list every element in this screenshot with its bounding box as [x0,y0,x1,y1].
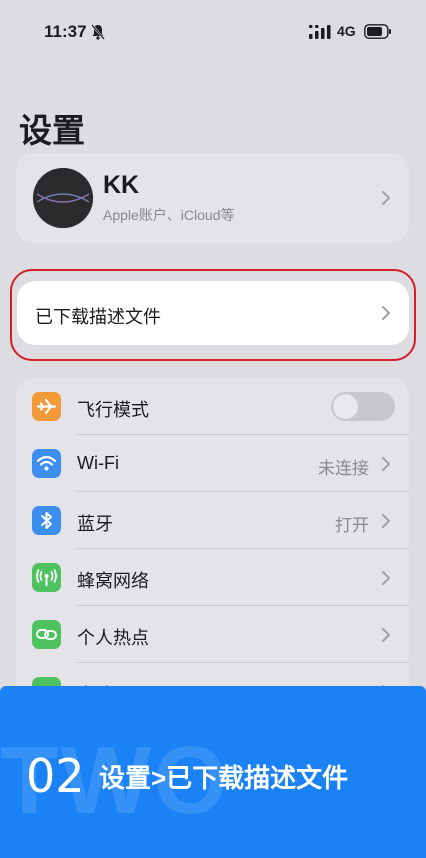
avatar-image [33,168,93,228]
settings-row-label: 个人热点 [77,628,149,648]
status-bar: 11:37 4G [0,0,426,60]
banner-step-text: 设置>已下载描述文件 [99,763,349,793]
settings-row-label: Wi-Fi [77,453,119,473]
chevron-right-icon [382,514,390,528]
chevron-right-icon [382,457,390,471]
account-card[interactable]: KK Apple账户、iCloud等 [16,153,409,243]
bell-slash-icon [91,24,105,40]
bluetooth-status: 打开 [335,516,369,535]
status-time: 11:37 [44,22,87,41]
settings-row-airplane[interactable]: 飞行模式 [16,378,409,435]
hotspot-icon [32,620,61,649]
signal-icon [309,25,331,39]
downloaded-profile-row[interactable]: 已下载描述文件 [17,281,409,345]
settings-screen: 11:37 4G 设置 KK Apple账户、iCloud等 已下载描述文件 飞… [0,0,426,858]
page-title: 设置 [19,112,85,149]
settings-row-cellular[interactable]: 蜂窝网络 [16,549,409,606]
chevron-right-icon [382,191,390,205]
settings-row-wifi[interactable]: Wi-Fi 未连接 [16,435,409,492]
battery-icon [364,24,391,39]
bluetooth-icon [32,506,61,535]
wifi-icon [32,449,61,478]
wifi-status: 未连接 [318,459,369,478]
downloaded-profile-label: 已下载描述文件 [35,307,161,327]
banner-step-number: 02 [26,749,85,803]
airplane-mode-toggle[interactable] [331,392,395,421]
chevron-right-icon [382,571,390,585]
settings-row-label: 蓝牙 [77,514,113,534]
step-banner: TWO 02 设置>已下载描述文件 [0,686,426,858]
settings-row-bluetooth[interactable]: 蓝牙 打开 [16,492,409,549]
settings-group: 飞行模式 Wi-Fi 未连接 蓝牙 打开 蜂窝网络 个人热点 [16,378,409,718]
avatar [33,168,93,228]
settings-row-label: 蜂窝网络 [77,571,149,591]
airplane-icon [32,392,61,421]
network-label: 4G [337,23,356,39]
chevron-right-icon [382,628,390,642]
account-subtitle: Apple账户、iCloud等 [103,207,235,223]
settings-row-label: 飞行模式 [77,400,149,420]
account-name: KK [103,171,140,199]
settings-row-hotspot[interactable]: 个人热点 [16,606,409,663]
toggle-knob [333,394,358,419]
cellular-icon [32,563,61,592]
chevron-right-icon [382,306,390,320]
